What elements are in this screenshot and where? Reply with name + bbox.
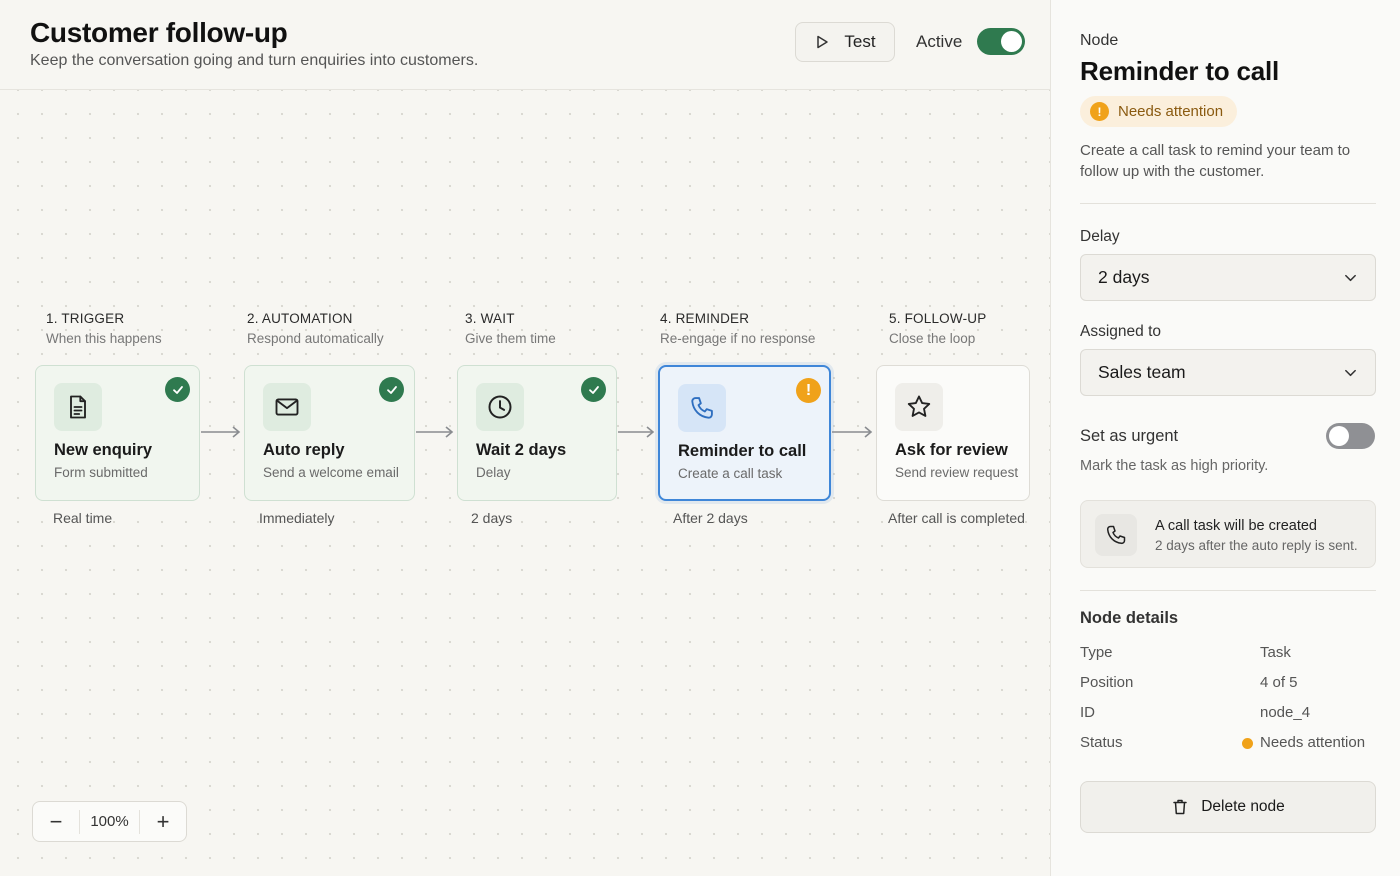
- divider: [1080, 590, 1376, 591]
- star-icon: [907, 395, 931, 417]
- step-2-timing: Immediately: [259, 510, 335, 526]
- delay-value: 2 days: [1098, 267, 1150, 287]
- node-title: New enquiry: [54, 441, 153, 459]
- node-description: Form submitted: [54, 465, 148, 480]
- urgent-toggle[interactable]: [1326, 423, 1375, 449]
- complete-check-icon: [165, 377, 190, 402]
- urgent-hint: Mark the task as high priority.: [1080, 458, 1269, 474]
- step-3-timing: 2 days: [471, 510, 513, 526]
- step-1-timing: Real time: [53, 510, 113, 526]
- step-4-timing: After 2 days: [673, 510, 748, 526]
- node-icon-box: [54, 383, 102, 431]
- step-2-heading: 2. AUTOMATION: [247, 311, 353, 326]
- node-icon-box: [678, 384, 726, 432]
- node-icon-box: [263, 383, 311, 431]
- detail-key-position: Position: [1080, 674, 1134, 691]
- node-icon-box: [476, 383, 524, 431]
- step-4-subheading: Re-engage if no response: [660, 331, 816, 346]
- step-1-subheading: When this happens: [46, 331, 162, 346]
- detail-value-id: node_4: [1260, 704, 1311, 721]
- step-5-subheading: Close the loop: [889, 331, 976, 346]
- clock-icon: [488, 395, 512, 419]
- connector-arrow: [832, 426, 873, 438]
- node-card-new-enquiry[interactable]: New enquiry Form submitted: [35, 365, 200, 501]
- step-3-heading: 3. WAIT: [465, 311, 515, 326]
- complete-check-icon: [379, 377, 404, 402]
- zoom-level: 100%: [79, 809, 140, 834]
- zoom-control: − 100% +: [32, 801, 187, 842]
- detail-key-type: Type: [1080, 644, 1113, 661]
- warning-icon: !: [1090, 102, 1109, 121]
- step-5-timing: After call is completed: [888, 510, 1025, 526]
- connector-arrow: [201, 426, 241, 438]
- detail-key-status: Status: [1080, 734, 1123, 751]
- node-card-wait[interactable]: Wait 2 days Delay: [457, 365, 617, 501]
- delay-label: Delay: [1080, 228, 1120, 245]
- node-title: Wait 2 days: [476, 441, 567, 459]
- divider: [1080, 203, 1376, 204]
- page-subtitle: Keep the conversation going and turn enq…: [30, 52, 479, 69]
- status-dot: [1242, 738, 1253, 749]
- complete-check-icon: [581, 377, 606, 402]
- play-icon: [817, 35, 829, 49]
- node-card-auto-reply[interactable]: Auto reply Send a welcome email: [244, 365, 415, 501]
- detail-key-id: ID: [1080, 704, 1095, 721]
- step-2-subheading: Respond automatically: [247, 331, 384, 346]
- status-badge: ! Needs attention: [1080, 96, 1238, 127]
- test-button-label: Test: [844, 32, 876, 51]
- detail-value-position: 4 of 5: [1260, 674, 1298, 691]
- detail-value-status: Needs attention: [1260, 734, 1366, 751]
- delete-node-label: Delete node: [1201, 798, 1285, 815]
- node-description: Send review request: [895, 465, 1019, 480]
- assigned-label: Assigned to: [1080, 323, 1161, 340]
- status-badge-label: Needs attention: [1118, 103, 1224, 120]
- node-description: Delay: [476, 465, 511, 480]
- connector-arrow: [618, 426, 655, 438]
- panel-description: Create a call task to remind your team t…: [1080, 142, 1351, 180]
- step-3-subheading: Give them time: [465, 331, 556, 346]
- toggle-knob: [1001, 31, 1022, 52]
- toggle-knob: [1329, 426, 1349, 446]
- mail-icon: [275, 398, 299, 416]
- assigned-value: Sales team: [1098, 362, 1186, 382]
- node-title: Reminder to call: [678, 442, 807, 460]
- panel-title: Reminder to call: [1080, 56, 1280, 86]
- zoom-in-button[interactable]: +: [140, 810, 186, 833]
- trash-icon: [1173, 799, 1187, 815]
- page-title: Customer follow-up: [30, 17, 288, 48]
- panel-kicker: Node: [1080, 32, 1119, 49]
- info-icon-box: [1095, 514, 1137, 556]
- urgent-label: Set as urgent: [1080, 427, 1179, 445]
- active-toggle[interactable]: [977, 28, 1025, 55]
- chevron-down-icon: [1345, 369, 1356, 377]
- zoom-out-button[interactable]: −: [33, 810, 79, 833]
- connector-arrow: [416, 426, 454, 438]
- detail-value-type: Task: [1260, 644, 1291, 661]
- active-label: Active: [916, 32, 963, 51]
- phone-icon: [1106, 525, 1126, 545]
- node-title: Ask for review: [895, 441, 1008, 459]
- test-button[interactable]: Test: [795, 22, 895, 62]
- chevron-down-icon: [1345, 274, 1356, 282]
- node-description: Create a call task: [678, 466, 783, 481]
- assigned-select[interactable]: Sales team: [1080, 349, 1376, 396]
- phone-icon: [691, 397, 713, 419]
- details-title: Node details: [1080, 609, 1179, 627]
- node-description: Send a welcome email: [263, 465, 399, 480]
- step-4-heading: 4. REMINDER: [660, 311, 750, 326]
- node-card-ask-for-review[interactable]: Ask for review Send review request: [876, 365, 1030, 501]
- warning-icon: !: [796, 378, 821, 403]
- node-card-reminder-to-call[interactable]: ! Reminder to call Create a call task: [658, 365, 831, 501]
- info-callout: A call task will be created 2 days after…: [1080, 500, 1376, 568]
- step-5-heading: 5. FOLLOW-UP: [889, 311, 987, 326]
- document-icon: [70, 395, 86, 419]
- node-icon-box: [895, 383, 943, 431]
- header-bar: Customer follow-up Keep the conversation…: [0, 0, 1050, 90]
- info-subtitle: 2 days after the auto reply is sent.: [1155, 538, 1358, 553]
- info-title: A call task will be created: [1155, 518, 1317, 534]
- step-1-heading: 1. TRIGGER: [46, 311, 125, 326]
- delay-select[interactable]: 2 days: [1080, 254, 1376, 301]
- delete-node-button[interactable]: Delete node: [1080, 781, 1376, 833]
- node-title: Auto reply: [263, 441, 345, 459]
